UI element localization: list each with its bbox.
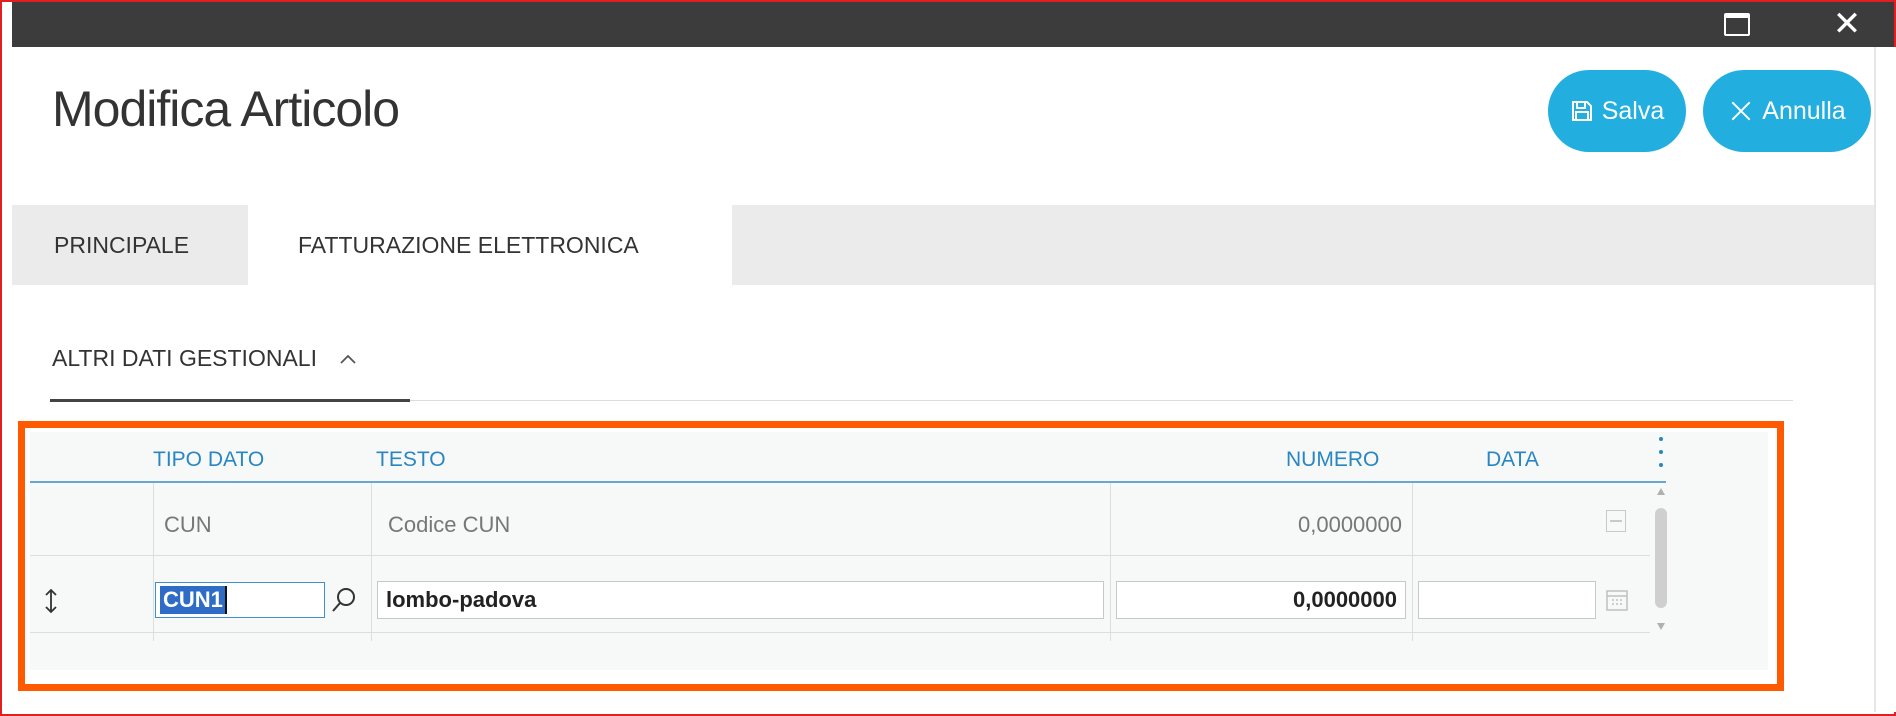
cancel-button[interactable]: Annulla <box>1703 70 1871 152</box>
calendar-icon[interactable] <box>1606 589 1628 616</box>
section-title: ALTRI DATI GESTIONALI <box>52 345 317 371</box>
calendar-icon <box>1606 510 1626 532</box>
column-divider <box>1412 483 1413 641</box>
tipo-dato-input[interactable]: CUN1 <box>155 582 325 618</box>
column-header-data[interactable]: DATA <box>1486 448 1539 472</box>
kebab-menu-icon[interactable] <box>1656 437 1666 467</box>
column-divider <box>1110 483 1111 641</box>
row-separator <box>30 632 1650 633</box>
tab-bar: PRINCIPALE FATTURAZIONE ELETTRONICA <box>12 205 1874 285</box>
up-down-arrow-icon[interactable] <box>44 588 58 619</box>
section-underline <box>50 399 410 402</box>
cancel-button-label: Annulla <box>1762 96 1846 125</box>
search-icon[interactable] <box>330 586 358 619</box>
save-button-label: Salva <box>1601 96 1665 125</box>
column-header-numero[interactable]: NUMERO <box>1286 448 1379 472</box>
window-scrollbar[interactable] <box>1874 47 1896 712</box>
grid-scrollbar[interactable] <box>1652 488 1670 630</box>
section-altri-dati-gestionali[interactable]: ALTRI DATI GESTIONALI <box>52 345 357 372</box>
table-cell-tipo-dato[interactable]: CUN <box>164 512 212 538</box>
floppy-disk-icon <box>1570 99 1594 123</box>
x-icon <box>1728 98 1754 124</box>
section-divider <box>410 400 1793 401</box>
header-underline <box>30 481 1666 483</box>
column-header-tipo-dato[interactable]: TIPO DATO <box>153 448 264 472</box>
title-bar: ✕ <box>12 2 1894 47</box>
page-title: Modifica Articolo <box>52 81 400 137</box>
tipo-dato-value: CUN1 <box>160 586 226 614</box>
testo-input[interactable]: lombo-padova <box>377 581 1104 619</box>
table-cell-testo[interactable]: Codice CUN <box>388 512 510 538</box>
column-divider <box>371 483 372 641</box>
numero-input[interactable]: 0,0000000 <box>1116 581 1406 619</box>
save-button[interactable]: Salva <box>1548 70 1686 152</box>
column-header-testo[interactable]: TESTO <box>376 448 446 472</box>
column-divider <box>153 483 154 641</box>
restore-window-icon[interactable] <box>1712 4 1762 44</box>
tab-principale[interactable]: PRINCIPALE <box>12 205 248 285</box>
chevron-up-icon[interactable] <box>339 353 357 365</box>
data-input[interactable] <box>1418 581 1596 619</box>
row-separator <box>30 555 1650 556</box>
close-icon[interactable]: ✕ <box>1822 4 1872 44</box>
table-cell-numero[interactable]: 0,0000000 <box>1276 512 1402 538</box>
tab-fatturazione-elettronica[interactable]: FATTURAZIONE ELETTRONICA <box>248 205 732 285</box>
